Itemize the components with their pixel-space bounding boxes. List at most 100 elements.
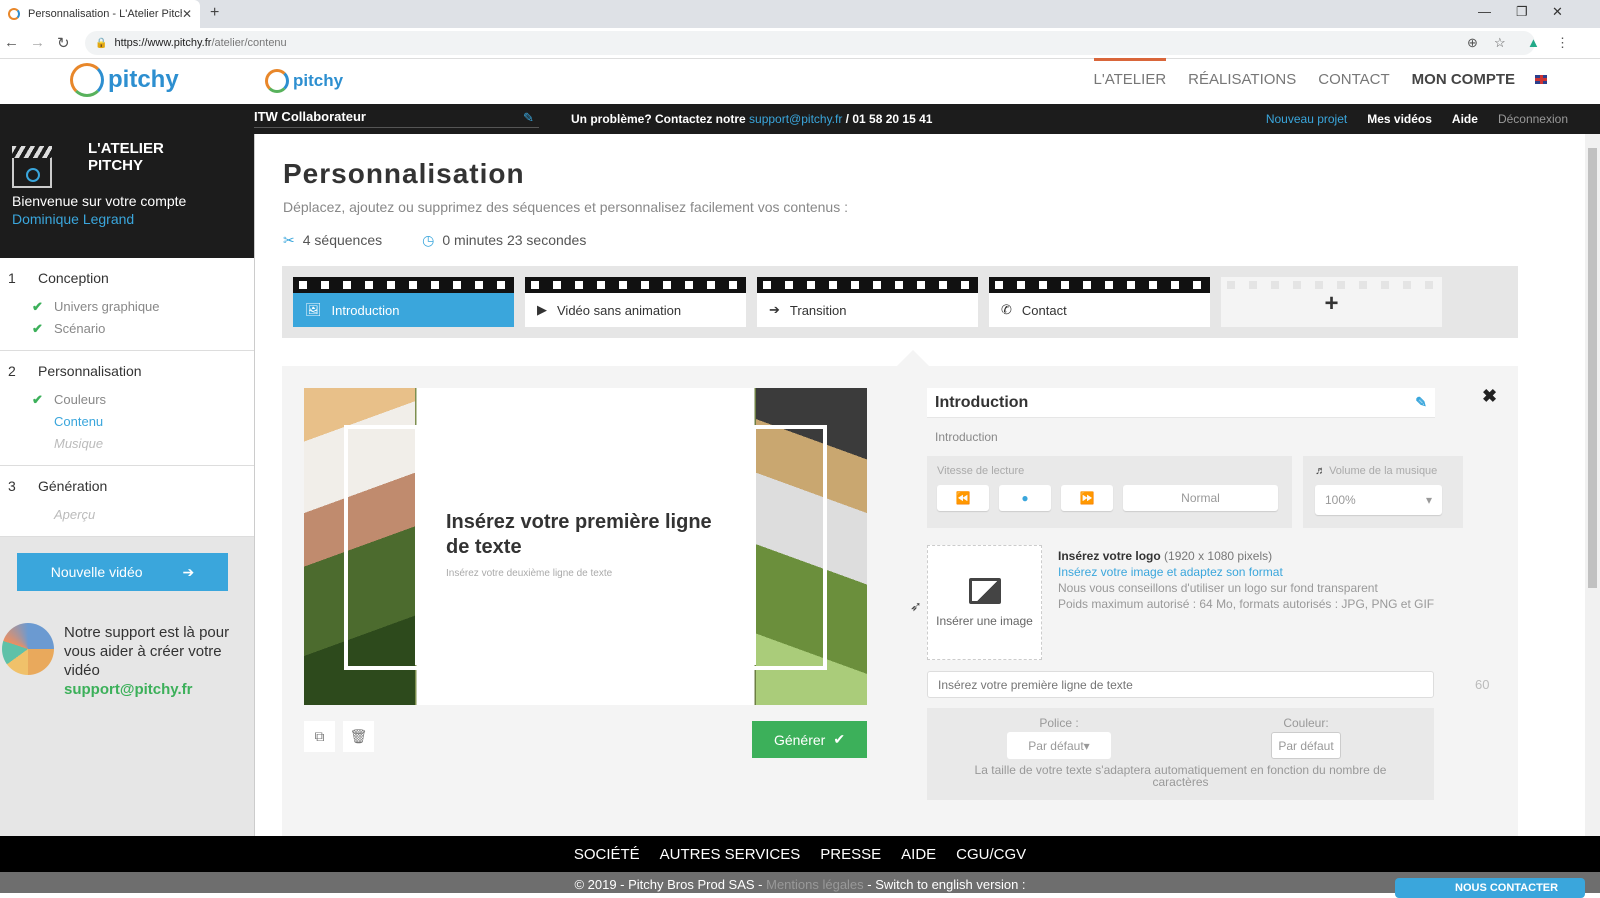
zoom-icon[interactable]: ⊕: [1467, 35, 1478, 51]
scrollbar-thumb[interactable]: [1588, 148, 1597, 588]
back-icon[interactable]: ←: [4, 34, 19, 51]
forward-icon[interactable]: →: [30, 34, 45, 51]
insert-image-button[interactable]: Insérer une image: [927, 545, 1042, 660]
nav-contact[interactable]: CONTACT: [1318, 71, 1389, 88]
normal-speed-button[interactable]: ●: [999, 485, 1051, 511]
sequence-strip: 🖼 Introduction ▶ Vidéo sans animation ➔ Tra…: [282, 266, 1518, 338]
footer-societe[interactable]: SOCIÉTÉ: [574, 846, 640, 863]
footer-presse[interactable]: PRESSE: [820, 846, 881, 863]
film-perforation: [757, 277, 978, 293]
new-project-link[interactable]: Nouveau projet: [1266, 112, 1347, 126]
step-label[interactable]: Conception: [38, 270, 109, 286]
uk-flag-icon[interactable]: [1534, 74, 1548, 85]
close-window-icon[interactable]: ✕: [1552, 4, 1563, 20]
legal-link[interactable]: Mentions légales: [766, 877, 864, 892]
slower-button[interactable]: ⏪: [937, 485, 989, 511]
project-name-input[interactable]: ITW Collaborateur: [254, 109, 539, 128]
font-select[interactable]: Par défaut ▾: [1007, 732, 1111, 759]
extension-icon[interactable]: ▲: [1527, 35, 1540, 50]
url-input[interactable]: 🔒 https://www.pitchy.fr/atelier/contenu: [85, 31, 1535, 55]
clapperboard-icon: [12, 146, 52, 188]
duplicate-button[interactable]: ⧉: [304, 721, 335, 752]
close-tab-icon[interactable]: ✕: [182, 7, 192, 21]
my-videos-link[interactable]: Mes vidéos: [1367, 112, 1432, 126]
add-sequence-button[interactable]: +: [1221, 277, 1442, 327]
sequence-label: Contact: [1021, 302, 1067, 318]
sequence-video[interactable]: ▶ Vidéo sans animation: [525, 277, 746, 327]
edit-pencil-icon[interactable]: ✎: [523, 110, 534, 126]
contact-us-label: NOUS CONTACTER: [1455, 882, 1559, 894]
logout-link[interactable]: Déconnexion: [1498, 112, 1568, 126]
nav-mon-compte[interactable]: MON COMPTE: [1412, 71, 1515, 88]
substep-univers[interactable]: ✔ Univers graphique: [0, 296, 254, 318]
user-name-link[interactable]: Dominique Legrand: [12, 210, 186, 228]
menu-dots-icon[interactable]: ⋮: [1556, 35, 1569, 51]
mouse-cursor-icon: ➶: [910, 598, 922, 614]
substep-couleurs[interactable]: ✔ Couleurs: [0, 389, 254, 411]
film-perforation: [525, 277, 746, 293]
close-icon[interactable]: ✖: [1482, 386, 1497, 407]
nav-realisations[interactable]: RÉALISATIONS: [1188, 71, 1296, 88]
browser-tabbar: Personnalisation - L'Atelier Pitchy ✕ + …: [0, 0, 1600, 28]
sequence-title-field[interactable]: Introduction ✎: [927, 388, 1435, 418]
sequence-label: Introduction: [331, 302, 400, 318]
first-line-input[interactable]: [927, 671, 1434, 698]
reload-icon[interactable]: ↻: [57, 34, 70, 52]
pitchy-logo-secondary[interactable]: pitchy: [265, 69, 343, 93]
volume-select[interactable]: 100% ▾: [1315, 485, 1442, 515]
copyright: © 2019 - Pitchy Bros Prod SAS -: [574, 877, 767, 892]
sequence-title: Introduction: [935, 393, 1029, 411]
language-switch[interactable]: - Switch to english version :: [864, 877, 1025, 892]
substep-label: Couleurs: [54, 392, 107, 407]
delete-button[interactable]: 🗑: [343, 721, 374, 752]
substep-label: Univers graphique: [54, 299, 160, 314]
contact-us-button[interactable]: NOUS CONTACTER: [1395, 878, 1585, 898]
color-picker[interactable]: Par défaut: [1271, 732, 1341, 759]
pitchy-logo[interactable]: pitchy: [70, 63, 179, 97]
music-note-icon: ♬: [1315, 465, 1330, 477]
step-label[interactable]: Personnalisation: [38, 363, 142, 379]
help-phone: / 01 58 20 15 41: [842, 112, 933, 126]
caret-down-icon: ▾: [1083, 738, 1090, 753]
footer-aide[interactable]: AIDE: [901, 846, 936, 863]
color-label: Couleur:: [1283, 716, 1329, 730]
footer-nav: SOCIÉTÉ AUTRES SERVICES PRESSE AIDE CGU/…: [0, 836, 1600, 872]
trash-icon: 🗑: [349, 728, 368, 744]
logo-info: Insérez votre logo (1920 x 1080 pixels) …: [1058, 548, 1434, 612]
sequence-introduction[interactable]: 🖼 Introduction: [293, 277, 514, 327]
logo-tip: Nous vous conseillons d'utiliser un logo…: [1058, 581, 1378, 595]
support-email-link[interactable]: support@pitchy.fr: [64, 680, 255, 699]
new-video-button[interactable]: Nouvelle vidéo ➔: [17, 553, 228, 591]
help-email-link[interactable]: support@pitchy.fr: [749, 112, 842, 126]
size-note: La taille de votre texte s'adaptera auto…: [974, 763, 1387, 789]
page-scrollbar[interactable]: [1585, 134, 1600, 836]
substep-label: Contenu: [54, 414, 104, 429]
pitchy-logo-icon: [265, 69, 289, 93]
minimize-icon[interactable]: —: [1478, 4, 1491, 19]
bookmark-star-icon[interactable]: ☆: [1494, 35, 1506, 51]
substep-contenu[interactable]: Contenu: [0, 411, 254, 433]
sequence-contact[interactable]: ✆ Contact: [989, 277, 1210, 327]
footer-cgu[interactable]: CGU/CGV: [956, 846, 1026, 863]
restore-icon[interactable]: ❐: [1516, 4, 1528, 20]
logo-limits: Poids maximum autorisé : 64 Mo, formats …: [1058, 597, 1435, 611]
browser-tab[interactable]: Personnalisation - L'Atelier Pitchy ✕: [0, 0, 200, 28]
generate-button[interactable]: Générer ✔: [752, 721, 867, 758]
step-label[interactable]: Génération: [38, 478, 107, 494]
new-tab-icon[interactable]: +: [210, 4, 219, 22]
sequence-transition[interactable]: ➔ Transition: [757, 277, 978, 327]
sequence-label: Transition: [789, 302, 847, 318]
help-link[interactable]: Aide: [1452, 112, 1478, 126]
insert-image-label: Insérer une image: [936, 613, 1033, 628]
copy-icon: ⧉: [314, 728, 325, 744]
substep-scenario[interactable]: ✔ Scénario: [0, 318, 254, 340]
music-volume-control: ♬ Volume de la musique 100% ▾: [1303, 456, 1463, 528]
edit-pencil-icon[interactable]: ✎: [1415, 394, 1427, 411]
nav-atelier[interactable]: L'ATELIER: [1093, 58, 1166, 88]
font-label: Police :: [1039, 716, 1079, 730]
footer-services[interactable]: AUTRES SERVICES: [660, 846, 801, 863]
logo-format-link[interactable]: Insérez votre image et adaptez son forma…: [1058, 564, 1434, 580]
video-preview: Insérez votre première ligne de texte In…: [304, 388, 867, 705]
faster-button[interactable]: ⏩: [1061, 485, 1113, 511]
sequence-label: Vidéo sans animation: [557, 302, 682, 318]
